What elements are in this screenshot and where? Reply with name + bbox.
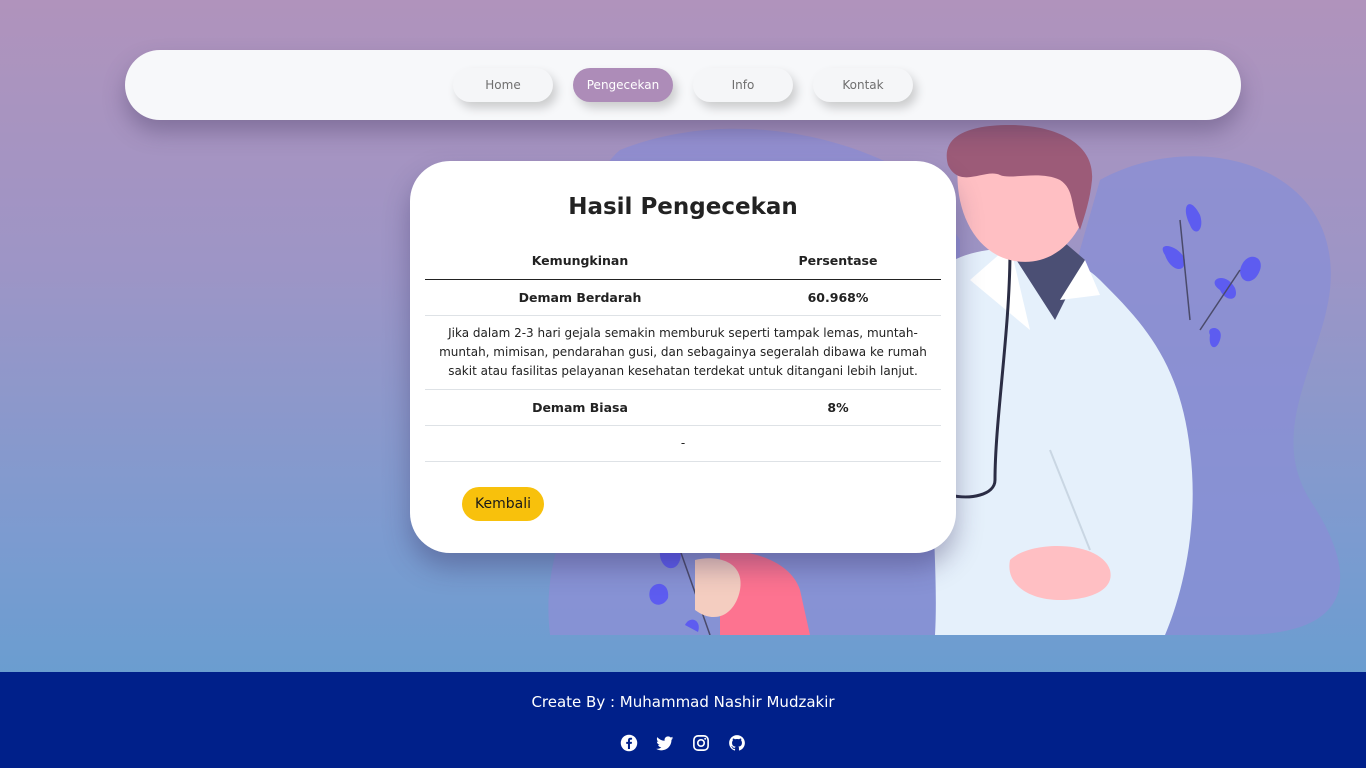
footer: Create By : Muhammad Nashir Mudzakir [0,672,1366,768]
nav-home-button[interactable]: Home [453,68,553,102]
table-row-description: Jika dalam 2-3 hari gejala semakin membu… [425,315,941,390]
disease-description: - [425,425,941,462]
disease-description: Jika dalam 2-3 hari gejala semakin membu… [425,315,941,390]
disease-name: Demam Biasa [425,389,735,426]
nav-kontak-button[interactable]: Kontak [813,68,913,102]
result-table: Kemungkinan Persentase Demam Berdarah 60… [425,243,941,462]
back-button[interactable]: Kembali [462,487,544,521]
nav-info-button[interactable]: Info [693,68,793,102]
disease-percent: 60.968% [735,279,941,316]
result-title: Hasil Pengecekan [568,194,798,220]
facebook-icon[interactable] [620,734,638,752]
top-navbar: Home Pengecekan Info Kontak [125,50,1241,120]
footer-credit: Create By : Muhammad Nashir Mudzakir [531,693,835,711]
table-row: Demam Biasa 8% [425,389,941,426]
table-row: Demam Berdarah 60.968% [425,279,941,316]
twitter-icon[interactable] [656,734,674,752]
disease-percent: 8% [735,389,941,426]
result-card: Hasil Pengecekan Kemungkinan Persentase … [410,161,956,553]
nav-pengecekan-button[interactable]: Pengecekan [573,68,673,102]
table-header-row: Kemungkinan Persentase [425,243,941,280]
column-header-persentase: Persentase [735,243,941,280]
github-icon[interactable] [728,734,746,752]
instagram-icon[interactable] [692,734,710,752]
column-header-kemungkinan: Kemungkinan [425,243,735,280]
disease-name: Demam Berdarah [425,279,735,316]
social-links [0,734,1366,752]
table-row-description: - [425,425,941,462]
